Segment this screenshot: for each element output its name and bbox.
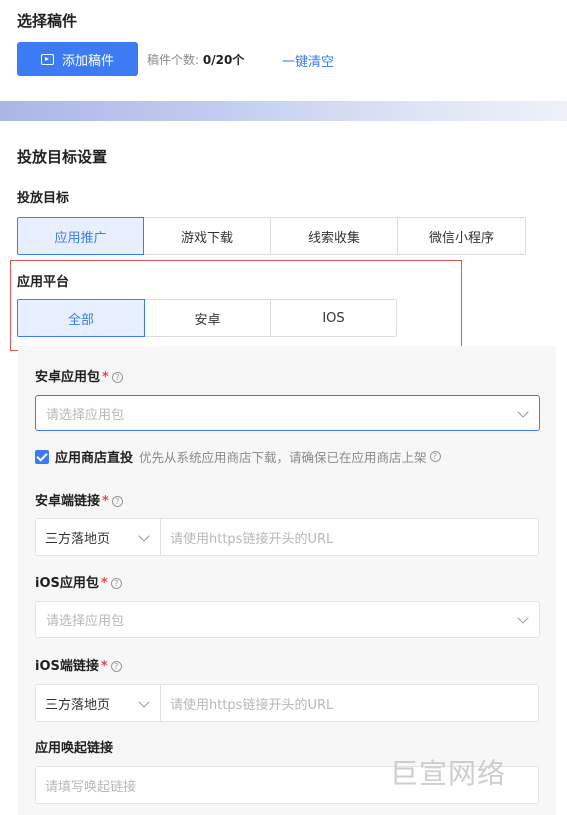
platform-segmented-control: 全部 安卓 IOS bbox=[17, 299, 397, 337]
ios-link-placeholder: 请使用https链接开头的URL bbox=[170, 697, 334, 713]
ios-link-type-value: 三方落地页 bbox=[45, 697, 111, 713]
store-direct-row: 应用商店直投 优先从系统应用商店下载，请确保已在应用商店上架 ? bbox=[35, 447, 441, 466]
section-divider-banner bbox=[0, 101, 567, 121]
ios-package-placeholder: 请选择应用包 bbox=[46, 614, 125, 629]
required-mark: * bbox=[100, 576, 108, 591]
target-settings-title: 投放目标设置 bbox=[17, 148, 108, 166]
clear-all-link[interactable]: 一键清空 bbox=[282, 51, 334, 70]
target-label: 投放目标 bbox=[17, 191, 70, 206]
platform-option-android[interactable]: 安卓 bbox=[144, 299, 271, 337]
ios-package-label-text: iOS应用包 bbox=[35, 576, 99, 591]
android-link-label-text: 安卓端链接 bbox=[35, 494, 101, 509]
video-icon bbox=[40, 53, 54, 65]
chevron-down-icon bbox=[138, 696, 150, 708]
android-link-label: 安卓端链接 *? bbox=[35, 490, 123, 509]
required-mark: * bbox=[102, 494, 109, 509]
platform-option-all[interactable]: 全部 bbox=[17, 299, 145, 337]
target-option-game-download[interactable]: 游戏下载 bbox=[143, 217, 271, 255]
draft-count-value: 0/20个 bbox=[202, 53, 245, 67]
help-icon[interactable]: ? bbox=[110, 578, 122, 589]
help-icon[interactable]: ? bbox=[111, 372, 123, 383]
android-package-label-text: 安卓应用包 bbox=[35, 370, 101, 385]
wakeup-link-placeholder: 请填写唤起链接 bbox=[45, 779, 137, 795]
target-option-mini-program[interactable]: 微信小程序 bbox=[397, 217, 526, 255]
store-direct-checkbox[interactable] bbox=[35, 449, 49, 464]
watermark-text: 巨宣网络 bbox=[390, 757, 507, 790]
chevron-down-icon bbox=[138, 530, 150, 542]
target-segmented-control: 应用推广 游戏下载 线索收集 微信小程序 bbox=[17, 217, 526, 255]
draft-count-label: 稿件个数: bbox=[147, 53, 200, 67]
android-link-type-value: 三方落地页 bbox=[45, 531, 111, 547]
ios-package-select[interactable]: 请选择应用包 bbox=[35, 601, 540, 638]
wakeup-link-label: 应用唤起链接 bbox=[35, 741, 114, 756]
ios-link-label: iOS端链接 *? bbox=[35, 655, 122, 674]
ios-link-label-text: iOS端链接 bbox=[35, 659, 99, 674]
target-option-app-promotion[interactable]: 应用推广 bbox=[17, 217, 144, 255]
android-link-placeholder: 请使用https链接开头的URL bbox=[170, 531, 334, 547]
android-link-type-select[interactable]: 三方落地页 bbox=[35, 518, 161, 556]
store-direct-label: 应用商店直投 bbox=[55, 451, 134, 466]
ios-link-combo: 三方落地页 请使用https链接开头的URL bbox=[35, 684, 539, 722]
chevron-down-icon bbox=[517, 406, 529, 418]
platform-label: 应用平台 bbox=[17, 275, 70, 290]
android-link-combo: 三方落地页 请使用https链接开头的URL bbox=[35, 518, 539, 556]
draft-section-title: 选择稿件 bbox=[17, 12, 78, 30]
target-option-lead-collection[interactable]: 线索收集 bbox=[270, 217, 398, 255]
android-link-input[interactable]: 请使用https链接开头的URL bbox=[161, 518, 539, 556]
android-package-select[interactable]: 请选择应用包 bbox=[35, 395, 540, 431]
add-draft-button[interactable]: 添加稿件 bbox=[17, 42, 138, 76]
ios-link-type-select[interactable]: 三方落地页 bbox=[35, 684, 161, 722]
platform-option-ios[interactable]: IOS bbox=[270, 299, 397, 337]
ios-link-input[interactable]: 请使用https链接开头的URL bbox=[161, 684, 539, 722]
required-mark: * bbox=[102, 370, 109, 385]
add-draft-label: 添加稿件 bbox=[61, 53, 114, 69]
help-icon[interactable]: ? bbox=[110, 661, 122, 672]
draft-count: 稿件个数: 0/20个 bbox=[147, 51, 244, 68]
help-icon[interactable]: ? bbox=[429, 451, 441, 462]
required-mark: * bbox=[100, 659, 108, 674]
android-package-placeholder: 请选择应用包 bbox=[46, 407, 125, 423]
android-package-label: 安卓应用包 *? bbox=[35, 366, 123, 385]
ios-package-label: iOS应用包 *? bbox=[35, 572, 122, 591]
chevron-down-icon bbox=[517, 612, 529, 624]
help-icon[interactable]: ? bbox=[111, 496, 123, 507]
store-direct-hint: 优先从系统应用商店下载，请确保已在应用商店上架 bbox=[139, 450, 427, 465]
